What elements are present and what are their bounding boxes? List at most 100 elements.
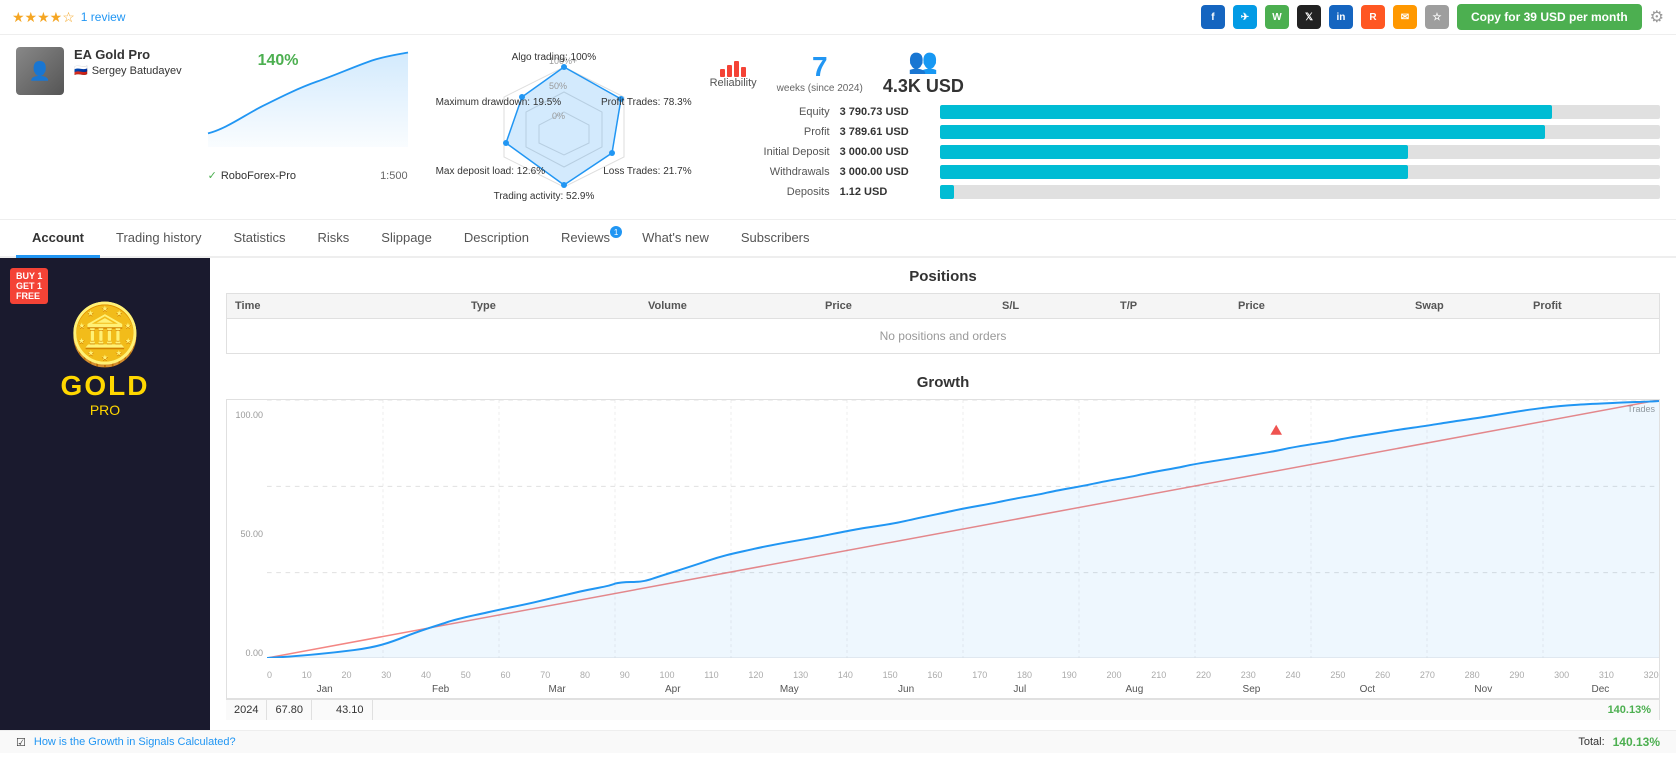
stat-value-3: 3 000.00 USD xyxy=(840,166,940,178)
stat-bar-container-0 xyxy=(940,105,1660,119)
tab-risks[interactable]: Risks xyxy=(302,220,366,258)
facebook-icon[interactable]: f xyxy=(1201,5,1225,29)
footer-bar: ☑ How is the Growth in Signals Calculate… xyxy=(0,730,1676,753)
weeks-item: 7 weeks (since 2024) xyxy=(777,51,863,94)
ad-coin-icon: 🪙 xyxy=(68,299,143,370)
profile-name: EA Gold Pro xyxy=(74,47,182,62)
stat-label-1: Profit xyxy=(710,126,830,138)
month-oct: Oct xyxy=(1360,684,1376,695)
content-area: BUY 1GET 1FREE 🪙 GOLD PRO Positions Time… xyxy=(0,258,1676,730)
col-price-open: Price xyxy=(825,300,1002,312)
stat-label-4: Deposits xyxy=(710,186,830,198)
month-nov: Nov xyxy=(1474,684,1492,695)
ad-sidebar: BUY 1GET 1FREE 🪙 GOLD PRO xyxy=(0,258,210,730)
broker-label: RoboForex-Pro xyxy=(221,170,296,182)
y-axis: 100.00 50.00 0.00 xyxy=(227,410,267,658)
jan-cell: 67.80 xyxy=(267,700,312,720)
growth-calc-link[interactable]: How is the Growth in Signals Calculated? xyxy=(34,736,236,748)
growth-title: Growth xyxy=(226,374,1660,391)
stat-value-1: 3 789.61 USD xyxy=(840,126,940,138)
x-axis-numbers: 0102030405060708090100110120130140150160… xyxy=(267,670,1659,680)
stat-row-4: Deposits 1.12 USD xyxy=(710,185,1660,199)
stat-bar-1 xyxy=(940,125,1545,139)
reddit-icon[interactable]: R xyxy=(1361,5,1385,29)
stat-bar-container-3 xyxy=(940,165,1660,179)
copy-button[interactable]: Copy for 39 USD per month xyxy=(1457,4,1642,30)
growth-chart-svg xyxy=(267,400,1659,658)
positions-section: Positions Time Type Volume Price S/L T/P… xyxy=(210,258,1676,364)
col-sl: S/L xyxy=(1002,300,1120,312)
tab-trading-history[interactable]: Trading history xyxy=(100,220,218,258)
radar-svg: 100%+ 50% 0% xyxy=(434,47,694,207)
ad-pro-text: PRO xyxy=(90,402,120,418)
broker-username: Sergey Batudayev xyxy=(92,65,182,77)
avatar: 👤 xyxy=(16,47,64,95)
stats-bars-area: Reliability 7 weeks (since 2024) 👥 4.3K … xyxy=(710,47,1660,207)
x-axis-months: Jan Feb Mar Apr May Jun Jul Aug Sep Oct … xyxy=(267,684,1659,695)
x-icon[interactable]: 𝕏 xyxy=(1297,5,1321,29)
reliability-item: Reliability xyxy=(710,55,757,89)
people-icon: 👥 xyxy=(908,47,938,76)
month-jun: Jun xyxy=(898,684,914,695)
y-label-100: 100.00 xyxy=(231,410,263,420)
col-tp: T/P xyxy=(1120,300,1238,312)
stat-value-0: 3 790.73 USD xyxy=(840,106,940,118)
mail-icon[interactable]: ✉ xyxy=(1393,5,1417,29)
star-rating: ★★★★☆ xyxy=(12,9,75,26)
month-feb: Feb xyxy=(432,684,449,695)
growth-section: Growth Trades 100.00 50.00 0.00 xyxy=(210,364,1676,730)
whatsapp-icon[interactable]: W xyxy=(1265,5,1289,29)
mini-chart-svg xyxy=(198,47,418,147)
stat-row-1: Profit 3 789.61 USD xyxy=(710,125,1660,139)
tab-account[interactable]: Account xyxy=(16,220,100,258)
positions-empty-message: No positions and orders xyxy=(226,319,1660,354)
settings-icon[interactable]: ⚙ xyxy=(1650,7,1664,27)
profile-area: 👤 EA Gold Pro 🇷🇺 Sergey Batudayev xyxy=(16,47,182,207)
reliability-label: Reliability xyxy=(710,77,757,89)
stat-row-2: Initial Deposit 3 000.00 USD xyxy=(710,145,1660,159)
month-mar: Mar xyxy=(549,684,566,695)
radar-loss-trades: Loss Trades: 21.7% xyxy=(603,166,691,177)
tab-slippage[interactable]: Slippage xyxy=(365,220,448,258)
stat-bar-0 xyxy=(940,105,1552,119)
tab-subscribers[interactable]: Subscribers xyxy=(725,220,826,258)
month-apr: Apr xyxy=(665,684,681,695)
tab-statistics[interactable]: Statistics xyxy=(218,220,302,258)
month-dec: Dec xyxy=(1591,684,1609,695)
review-link[interactable]: 1 review xyxy=(81,10,126,24)
month-sep: Sep xyxy=(1243,684,1261,695)
rel-bar-1 xyxy=(720,69,725,77)
stat-bar-container-1 xyxy=(940,125,1660,139)
col-profit: Profit xyxy=(1533,300,1651,312)
flag-icon: 🇷🇺 xyxy=(74,64,88,77)
svg-text:50%: 50% xyxy=(549,81,567,91)
tab-what's-new[interactable]: What's new xyxy=(626,220,725,258)
linkedin-icon[interactable]: in xyxy=(1329,5,1353,29)
col-time: Time xyxy=(235,300,471,312)
y-label-0: 0.00 xyxy=(231,648,263,658)
profile-info: EA Gold Pro 🇷🇺 Sergey Batudayev xyxy=(74,47,182,77)
broker-name: ✓ RoboForex-Pro xyxy=(208,169,296,182)
gain-item: 👥 4.3K USD xyxy=(883,47,964,97)
month-jul: Jul xyxy=(1013,684,1026,695)
radar-max-drawdown: Maximum drawdown: 19.5% xyxy=(436,97,562,108)
growth-percentage: 140% xyxy=(258,52,299,70)
stat-row-0: Equity 3 790.73 USD xyxy=(710,105,1660,119)
tab-badge-6: 1 xyxy=(610,226,622,238)
stats-reliability: Reliability 7 weeks (since 2024) 👥 4.3K … xyxy=(710,47,1660,97)
tab-description[interactable]: Description xyxy=(448,220,545,258)
bookmark-icon[interactable]: ☆ xyxy=(1425,5,1449,29)
svg-text:0%: 0% xyxy=(552,111,565,121)
tab-reviews[interactable]: Reviews1 xyxy=(545,220,626,258)
footer-total-value: 140.13% xyxy=(1613,735,1660,749)
top-bar-left: ★★★★☆ 1 review xyxy=(12,9,125,26)
positions-title: Positions xyxy=(226,268,1660,285)
stat-row-3: Withdrawals 3 000.00 USD xyxy=(710,165,1660,179)
empty-spacer xyxy=(373,700,1600,720)
stat-bar-3 xyxy=(940,165,1408,179)
radar-algo-trading: Algo trading: 100% xyxy=(512,52,597,63)
telegram-icon[interactable]: ✈ xyxy=(1233,5,1257,29)
month-jan: Jan xyxy=(317,684,333,695)
radar-max-deposit-load: Max deposit load: 12.6% xyxy=(436,166,546,177)
ad-badge: BUY 1GET 1FREE xyxy=(10,268,48,304)
